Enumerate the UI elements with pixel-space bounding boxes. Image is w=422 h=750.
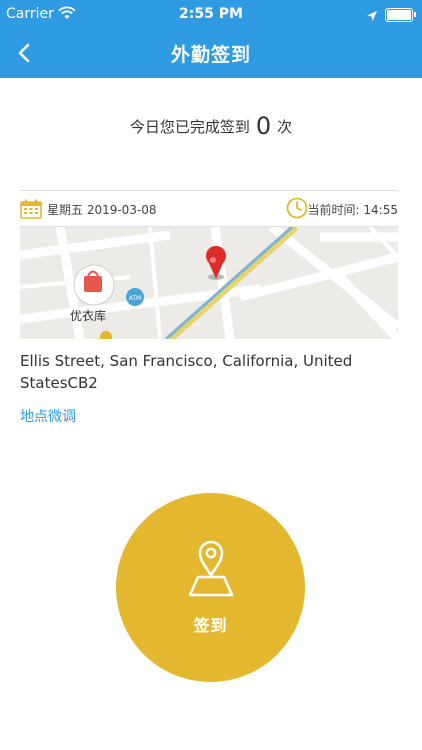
date-label: 星期五 2019-03-08 bbox=[47, 203, 157, 217]
checkin-button-label: 签到 bbox=[193, 616, 228, 635]
clock-icon bbox=[286, 197, 308, 219]
summary-suffix: 次 bbox=[277, 118, 293, 136]
summary-prefix: 今日您已完成签到 bbox=[129, 118, 250, 136]
checkin-count-summary: 今日您已完成签到 0 次 bbox=[0, 112, 422, 140]
location-pin-icon bbox=[184, 535, 238, 597]
checkin-button[interactable]: 签到 bbox=[116, 493, 305, 682]
checkin-count: 0 bbox=[255, 112, 272, 140]
address-text: Ellis Street, San Francisco, California,… bbox=[20, 352, 353, 392]
map-poi-label: 优衣库 bbox=[70, 309, 107, 323]
battery-icon bbox=[385, 8, 416, 22]
map-view[interactable]: ATM 优衣库 bbox=[20, 226, 398, 339]
date-row: 星期五 2019-03-08 当前时间: 14:55 bbox=[20, 197, 398, 223]
location-arrow-icon bbox=[366, 7, 378, 26]
nav-bar: 外勤签到 bbox=[0, 28, 422, 78]
svg-text:ATM: ATM bbox=[129, 295, 141, 302]
adjust-location-link[interactable]: 地点微调 bbox=[20, 406, 76, 426]
status-time: 2:55 PM bbox=[179, 6, 243, 22]
status-bar: Carrier 2:55 PM bbox=[0, 0, 422, 28]
calendar-icon bbox=[20, 199, 42, 219]
page-title: 外勤签到 bbox=[170, 44, 251, 66]
divider bbox=[20, 190, 398, 191]
current-time-label: 当前时间: 14:55 bbox=[307, 203, 398, 217]
